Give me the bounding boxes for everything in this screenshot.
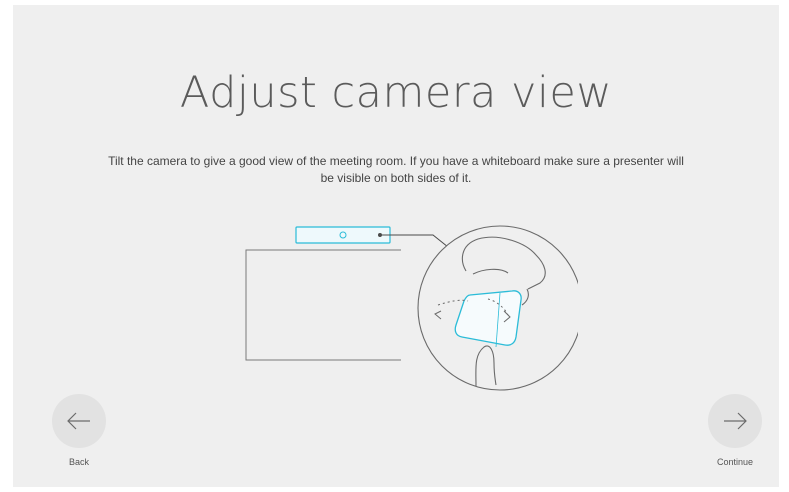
continue-button[interactable] bbox=[708, 394, 762, 448]
camera-bar bbox=[295, 226, 391, 244]
display-outline bbox=[245, 249, 401, 361]
page-title: Adjust camera view bbox=[179, 68, 613, 118]
setup-screen: Adjust camera view Tilt the camera to gi… bbox=[13, 5, 779, 487]
camera-tilt-illustration bbox=[245, 225, 578, 391]
back-button[interactable] bbox=[52, 394, 106, 448]
instruction-text: Tilt the camera to give a good view of t… bbox=[108, 154, 684, 185]
arrow-left-icon bbox=[67, 412, 90, 430]
back-label: Back bbox=[68, 457, 89, 467]
continue-label: Continue bbox=[716, 457, 754, 467]
arrow-right-icon bbox=[724, 412, 747, 430]
